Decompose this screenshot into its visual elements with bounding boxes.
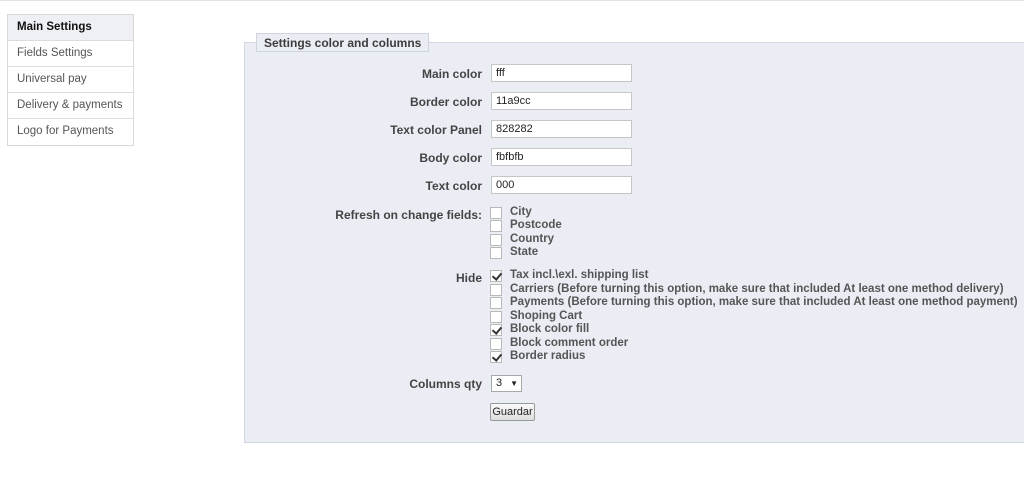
sidebar-item-delivery-payments[interactable]: Delivery & payments xyxy=(8,93,133,119)
checkbox-label: Block color fill xyxy=(510,323,590,335)
checkbox[interactable] xyxy=(490,206,502,219)
checkbox-label: Tax incl.\exl. shipping list xyxy=(510,269,649,281)
body-color-label: Body color xyxy=(419,151,482,165)
top-divider xyxy=(0,0,1024,1)
columns-qty-select[interactable]: 3 ▼ xyxy=(491,375,522,392)
text-color-panel-input[interactable] xyxy=(491,120,632,138)
sidebar-item-universal-pay[interactable]: Universal pay xyxy=(8,67,133,93)
settings-sidebar: Main Settings Fields Settings Universal … xyxy=(7,14,134,146)
checkbox[interactable] xyxy=(490,233,502,246)
checkbox[interactable] xyxy=(490,219,502,232)
sidebar-item-logo-payments[interactable]: Logo for Payments xyxy=(8,119,133,145)
checkbox[interactable] xyxy=(490,283,502,296)
hide-option-shoping-cart[interactable]: Shoping Cart xyxy=(490,310,582,323)
panel-legend: Settings color and columns xyxy=(256,33,430,52)
body-color-input[interactable] xyxy=(491,148,632,166)
checkbox-label: Block comment order xyxy=(510,337,629,349)
hide-option-block-comment-order[interactable]: Block comment order xyxy=(490,337,628,350)
sidebar-item-fields-settings[interactable]: Fields Settings xyxy=(8,41,133,67)
checkbox-label: State xyxy=(510,246,539,258)
checkbox-checked[interactable] xyxy=(490,269,502,282)
border-color-input[interactable] xyxy=(491,92,632,110)
dropdown-arrow-icon: ▼ xyxy=(510,379,518,388)
refresh-fields-label: Refresh on change fields: xyxy=(335,208,482,222)
checkbox-label: Border radius xyxy=(510,350,586,362)
main-color-label: Main color xyxy=(421,67,482,81)
hide-option-block-color-fill[interactable]: Block color fill xyxy=(490,323,589,336)
sidebar-item-main-settings[interactable]: Main Settings xyxy=(8,15,133,41)
checkbox[interactable] xyxy=(490,310,502,323)
checkbox-checked[interactable] xyxy=(490,350,502,363)
border-color-label: Border color xyxy=(409,95,482,109)
refresh-option-postcode[interactable]: Postcode xyxy=(490,219,562,232)
checkbox[interactable] xyxy=(490,246,502,259)
text-color-input[interactable] xyxy=(491,176,632,194)
refresh-option-city[interactable]: City xyxy=(490,206,532,219)
checkbox[interactable] xyxy=(490,296,502,309)
checkbox-label: Shoping Cart xyxy=(510,310,583,322)
save-button[interactable]: Guardar xyxy=(490,403,535,421)
text-color-label: Text color xyxy=(425,179,482,193)
text-color-panel-label: Text color Panel xyxy=(390,123,482,137)
checkbox-checked[interactable] xyxy=(490,323,502,336)
hide-option-payments[interactable]: Payments (Before turning this option, ma… xyxy=(490,296,1018,309)
refresh-option-country[interactable]: Country xyxy=(490,233,554,246)
hide-option-border-radius[interactable]: Border radius xyxy=(490,350,585,363)
checkbox[interactable] xyxy=(490,337,502,350)
checkbox-label: Postcode xyxy=(510,219,562,231)
checkbox-label: Payments (Before turning this option, ma… xyxy=(510,296,1018,308)
main-color-input[interactable] xyxy=(491,64,632,82)
checkbox-label: Carriers (Before turning this option, ma… xyxy=(510,283,1004,295)
hide-option-tax-shipping[interactable]: Tax incl.\exl. shipping list xyxy=(490,269,648,282)
checkbox-label: Country xyxy=(510,233,555,245)
refresh-option-state[interactable]: State xyxy=(490,246,538,259)
columns-qty-value: 3 xyxy=(496,377,503,389)
hide-label: Hide xyxy=(455,271,482,285)
checkbox-label: City xyxy=(510,206,532,218)
columns-qty-label: Columns qty xyxy=(409,377,482,391)
hide-option-carriers[interactable]: Carriers (Before turning this option, ma… xyxy=(490,283,1004,296)
